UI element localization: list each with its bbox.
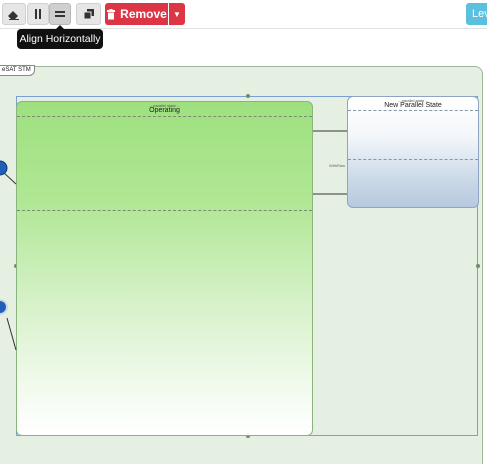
app-root: Remove ▼ Lev Align Horizontally eSAT STM…	[0, 0, 487, 464]
initial-state-marker-2[interactable]	[0, 299, 8, 315]
initial-transition-1[interactable]	[2, 171, 17, 185]
initial-transition-2[interactable]	[6, 317, 17, 351]
initial-state-marker-1[interactable]	[0, 160, 8, 176]
connectors-layer	[0, 130, 347, 351]
